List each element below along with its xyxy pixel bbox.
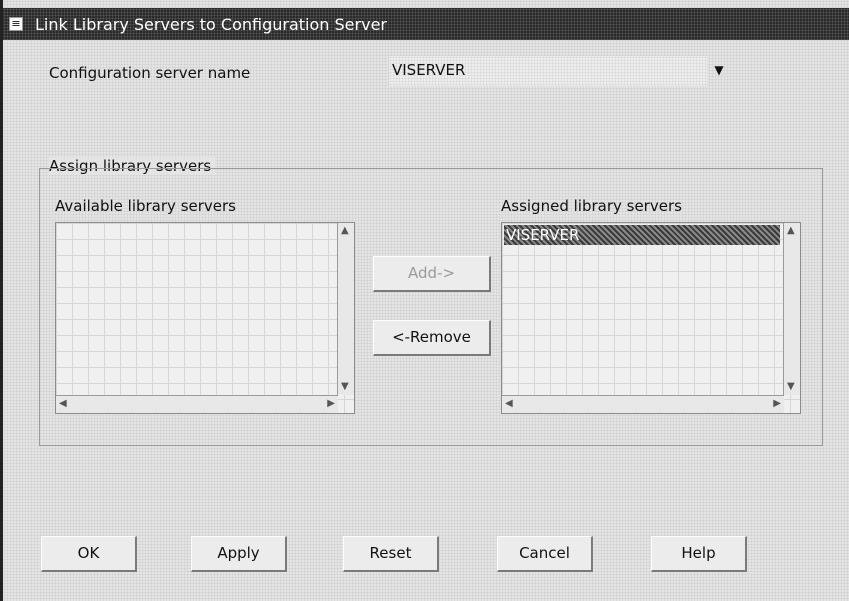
assigned-listbox[interactable]: VISERVER ▲ ▼ ◀ ▶ <box>501 222 801 414</box>
dialog-window: ≡ Link Library Servers to Configuration … <box>0 0 849 601</box>
system-menu-icon[interactable]: ≡ <box>9 17 23 31</box>
window-title: Link Library Servers to Configuration Se… <box>35 15 387 34</box>
ok-button[interactable]: OK <box>41 536 137 572</box>
config-server-field[interactable]: VISERVER <box>389 56 707 86</box>
list-item[interactable]: VISERVER <box>504 225 780 245</box>
apply-button[interactable]: Apply <box>191 536 287 572</box>
scroll-up-icon[interactable]: ▲ <box>341 224 349 238</box>
config-server-label: Configuration server name <box>49 64 251 82</box>
title-bar[interactable]: ≡ Link Library Servers to Configuration … <box>3 8 849 40</box>
available-label: Available library servers <box>55 197 236 215</box>
config-server-combo[interactable]: VISERVER ▼ <box>389 56 727 86</box>
reset-button[interactable]: Reset <box>343 536 439 572</box>
assigned-vscroll[interactable]: ▲ ▼ <box>783 223 800 395</box>
available-hscroll[interactable]: ◀ ▶ <box>56 395 338 413</box>
scroll-down-icon[interactable]: ▼ <box>341 380 349 394</box>
scroll-left-icon[interactable]: ◀ <box>59 397 67 411</box>
dropdown-arrow-icon[interactable]: ▼ <box>711 60 727 82</box>
available-listbox[interactable]: ▲ ▼ ◀ ▶ <box>55 222 355 414</box>
assigned-hscroll[interactable]: ◀ ▶ <box>502 395 784 413</box>
scroll-down-icon[interactable]: ▼ <box>787 380 795 394</box>
available-vscroll[interactable]: ▲ ▼ <box>337 223 354 395</box>
help-button[interactable]: Help <box>651 536 747 572</box>
scroll-right-icon[interactable]: ▶ <box>327 397 335 411</box>
remove-button[interactable]: <-Remove <box>373 320 491 356</box>
scroll-right-icon[interactable]: ▶ <box>773 397 781 411</box>
scroll-left-icon[interactable]: ◀ <box>505 397 513 411</box>
cancel-button[interactable]: Cancel <box>497 536 593 572</box>
scroll-up-icon[interactable]: ▲ <box>787 224 795 238</box>
assigned-label: Assigned library servers <box>501 197 682 215</box>
add-button[interactable]: Add-> <box>373 256 491 292</box>
